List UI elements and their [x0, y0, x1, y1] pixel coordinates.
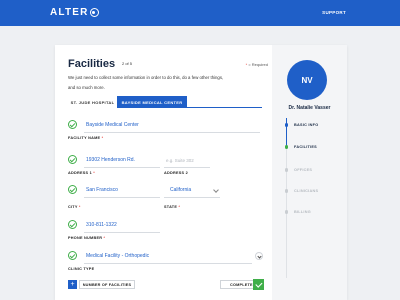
- check-icon: [68, 220, 77, 229]
- city-input[interactable]: San Francisco: [86, 187, 118, 193]
- facility-name-label-text: FACILITY NAME: [68, 136, 101, 140]
- city-label: CITY *: [68, 205, 81, 209]
- phone-number-label: PHONE NUMBER *: [68, 236, 105, 240]
- required-legend: * = Required: [246, 62, 268, 67]
- avatar: NV: [287, 60, 327, 100]
- state-select[interactable]: California: [170, 187, 191, 193]
- required-star: *: [93, 171, 96, 175]
- required-star: *: [178, 205, 181, 209]
- top-bar: ALTER SUPPORT: [0, 0, 400, 26]
- state-label: STATE *: [164, 205, 180, 209]
- address-2-input[interactable]: e.g. Suite 302: [166, 158, 194, 163]
- address-2-underline: [164, 167, 210, 168]
- address-1-label-text: ADDRESS 1: [68, 171, 92, 175]
- facility-tabs: ST. JUDE HOSPITAL BAYSIDE MEDICAL CENTER: [68, 96, 262, 108]
- support-link[interactable]: SUPPORT: [322, 10, 346, 15]
- check-icon: [68, 251, 77, 260]
- required-star: *: [103, 236, 106, 240]
- step-dot-upcoming: [284, 168, 289, 172]
- complete-check-button[interactable]: [253, 279, 264, 290]
- check-icon: [68, 155, 77, 164]
- address-2-label: ADDRESS 2: [164, 171, 188, 175]
- facility-name-input[interactable]: Bayside Medical Center: [86, 122, 139, 128]
- logo-text: ALTER: [50, 7, 89, 18]
- address-1-label: ADDRESS 1 *: [68, 171, 95, 175]
- logo-o-icon: [89, 8, 99, 17]
- form-footer: + NUMBER OF FACILITIES COMPLETE: [68, 279, 264, 291]
- clinic-type-label: CLINIC TYPE: [68, 267, 95, 271]
- city-label-text: CITY: [68, 205, 78, 209]
- facilities-form: Facilities 2 of 5 * = Required We just n…: [68, 45, 268, 300]
- chevron-down-icon[interactable]: [255, 252, 263, 260]
- profile-sidebar: NV Dr. Natalie Vasser BASIC INFO FACILIT…: [272, 45, 347, 300]
- state-underline: [164, 197, 220, 198]
- check-icon: [68, 185, 77, 194]
- step-billing[interactable]: BILLING: [294, 210, 311, 214]
- tab-bayside-medical-center[interactable]: BAYSIDE MEDICAL CENTER: [117, 96, 187, 108]
- phone-number-input[interactable]: 310-811-1322: [86, 222, 117, 228]
- clinic-type-underline: [84, 263, 252, 264]
- state-label-text: STATE: [164, 205, 178, 209]
- clinic-type-select[interactable]: Medical Facility - Orthopedic: [86, 253, 149, 259]
- required-legend-text: = Required: [248, 62, 268, 67]
- phone-number-label-text: PHONE NUMBER: [68, 236, 103, 240]
- step-dot-done: [284, 123, 289, 127]
- check-icon: [68, 120, 77, 129]
- tab-st-jude-hospital[interactable]: ST. JUDE HOSPITAL: [68, 96, 117, 108]
- step-facilities[interactable]: FACILITIES: [294, 145, 317, 149]
- city-underline: [84, 197, 160, 198]
- intro-text-line-2: and so much more.: [68, 85, 105, 90]
- page-title: Facilities: [68, 58, 116, 70]
- phone-underline: [84, 232, 160, 233]
- step-indicator: 2 of 5: [122, 61, 133, 66]
- step-basic-info[interactable]: BASIC INFO: [294, 123, 318, 127]
- profile-name: Dr. Natalie Vasser: [288, 105, 331, 111]
- facility-name-label: FACILITY NAME *: [68, 136, 103, 140]
- step-dot-upcoming: [284, 210, 289, 214]
- required-star: *: [78, 205, 81, 209]
- add-facility-button[interactable]: +: [68, 280, 77, 289]
- step-dot-current: [284, 145, 289, 149]
- intro-text-line-1: We just need to collect some information…: [68, 75, 224, 80]
- step-offices[interactable]: OFFICES: [294, 168, 312, 172]
- step-dot-upcoming: [284, 189, 289, 193]
- address-1-underline: [84, 167, 160, 168]
- number-of-facilities-button[interactable]: NUMBER OF FACILITIES: [79, 280, 135, 289]
- chevron-down-icon[interactable]: [213, 186, 219, 193]
- step-clinicians[interactable]: CLINICIANS: [294, 189, 318, 193]
- facility-name-underline: [84, 132, 260, 133]
- required-star: *: [101, 136, 104, 140]
- required-star: *: [245, 62, 248, 67]
- address-1-input[interactable]: 19302 Henderson Rd.: [86, 157, 135, 163]
- logo[interactable]: ALTER: [50, 7, 99, 18]
